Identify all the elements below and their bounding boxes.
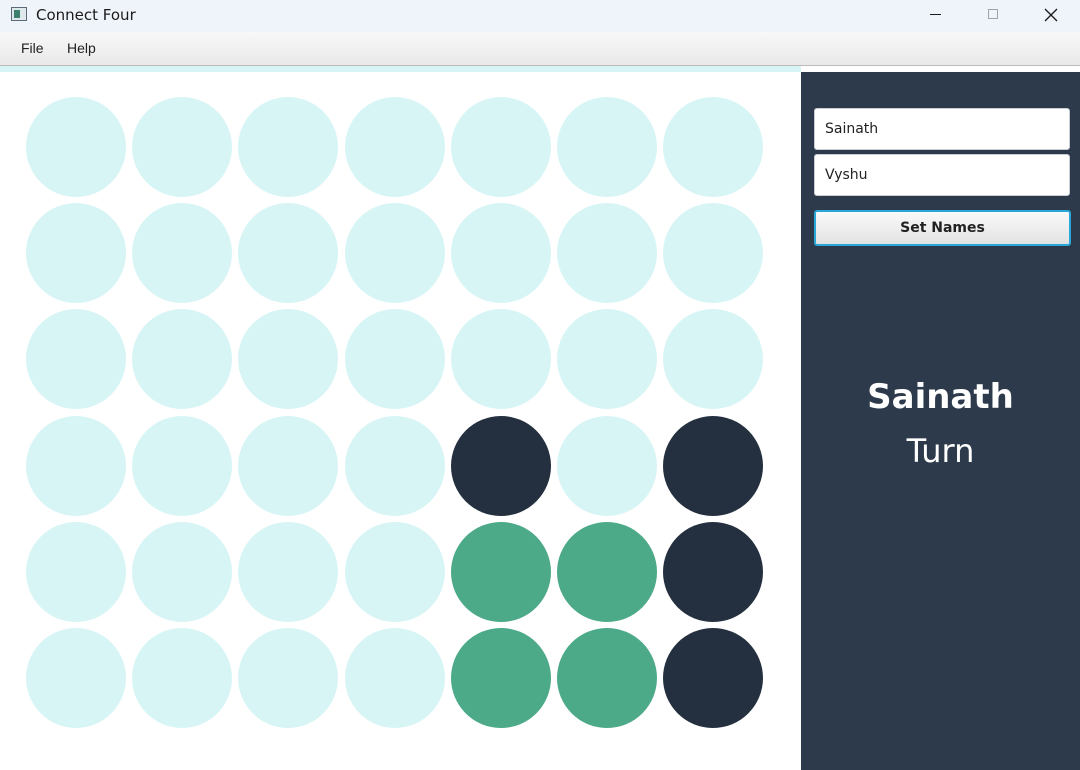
board-disc-player1[interactable] bbox=[663, 628, 763, 728]
board-slot-empty[interactable] bbox=[132, 522, 232, 622]
board-slot-empty[interactable] bbox=[132, 97, 232, 197]
board-slot-empty[interactable] bbox=[26, 203, 126, 303]
board-disc-player1[interactable] bbox=[663, 522, 763, 622]
board-slot-empty[interactable] bbox=[557, 203, 657, 303]
close-icon bbox=[1044, 8, 1058, 22]
board-disc-player2[interactable] bbox=[557, 522, 657, 622]
board-slot-empty[interactable] bbox=[345, 309, 445, 409]
menu-file[interactable]: File bbox=[21, 40, 44, 56]
maximize-icon bbox=[988, 9, 998, 19]
board-slot-empty[interactable] bbox=[238, 97, 338, 197]
board-slot-empty[interactable] bbox=[345, 203, 445, 303]
player1-name-input[interactable] bbox=[814, 108, 1070, 150]
title-bar: Connect Four bbox=[0, 0, 1080, 32]
board-slot-empty[interactable] bbox=[451, 203, 551, 303]
board-slot-empty[interactable] bbox=[238, 628, 338, 728]
board-slot-empty[interactable] bbox=[663, 309, 763, 409]
maximize-button[interactable] bbox=[964, 0, 1022, 32]
board-slot-empty[interactable] bbox=[26, 309, 126, 409]
board-slot-empty[interactable] bbox=[26, 416, 126, 516]
board-slot-empty[interactable] bbox=[238, 416, 338, 516]
board-slot-empty[interactable] bbox=[132, 416, 232, 516]
minimize-icon bbox=[930, 14, 941, 15]
current-player-name: Sainath bbox=[867, 377, 1014, 417]
board-disc-player2[interactable] bbox=[557, 628, 657, 728]
connect-four-window: Connect Four File Help Set Names Sainath… bbox=[0, 0, 1080, 770]
board-slot-empty[interactable] bbox=[26, 97, 126, 197]
board-slot-empty[interactable] bbox=[557, 309, 657, 409]
app-window-icon bbox=[11, 7, 27, 21]
player2-name-input[interactable] bbox=[814, 154, 1070, 196]
turn-label: Turn bbox=[906, 432, 975, 470]
board-slot-empty[interactable] bbox=[132, 203, 232, 303]
sidebar-panel: Set Names Sainath Turn bbox=[801, 72, 1080, 770]
board-slot-empty[interactable] bbox=[238, 522, 338, 622]
board-slot-empty[interactable] bbox=[451, 97, 551, 197]
board-slot-empty[interactable] bbox=[345, 416, 445, 516]
minimize-button[interactable] bbox=[906, 0, 964, 32]
board-slot-empty[interactable] bbox=[345, 628, 445, 728]
window-title: Connect Four bbox=[36, 6, 136, 24]
board-slot-empty[interactable] bbox=[132, 309, 232, 409]
board-slot-empty[interactable] bbox=[26, 522, 126, 622]
board-disc-player2[interactable] bbox=[451, 628, 551, 728]
board-slot-empty[interactable] bbox=[663, 203, 763, 303]
board-slot-empty[interactable] bbox=[451, 309, 551, 409]
menu-bar: File Help bbox=[0, 32, 1080, 66]
game-board[interactable] bbox=[0, 72, 801, 770]
board-slot-empty[interactable] bbox=[345, 97, 445, 197]
board-slot-empty[interactable] bbox=[663, 97, 763, 197]
board-slot-empty[interactable] bbox=[557, 416, 657, 516]
board-slot-empty[interactable] bbox=[26, 628, 126, 728]
board-slot-empty[interactable] bbox=[132, 628, 232, 728]
board-slot-empty[interactable] bbox=[345, 522, 445, 622]
set-names-button[interactable]: Set Names bbox=[814, 210, 1071, 246]
board-disc-player2[interactable] bbox=[451, 522, 551, 622]
close-button[interactable] bbox=[1022, 0, 1080, 32]
board-disc-player1[interactable] bbox=[663, 416, 763, 516]
board-slot-empty[interactable] bbox=[238, 203, 338, 303]
board-slot-empty[interactable] bbox=[238, 309, 338, 409]
menu-help[interactable]: Help bbox=[67, 40, 96, 56]
board-disc-player1[interactable] bbox=[451, 416, 551, 516]
board-slot-empty[interactable] bbox=[557, 97, 657, 197]
